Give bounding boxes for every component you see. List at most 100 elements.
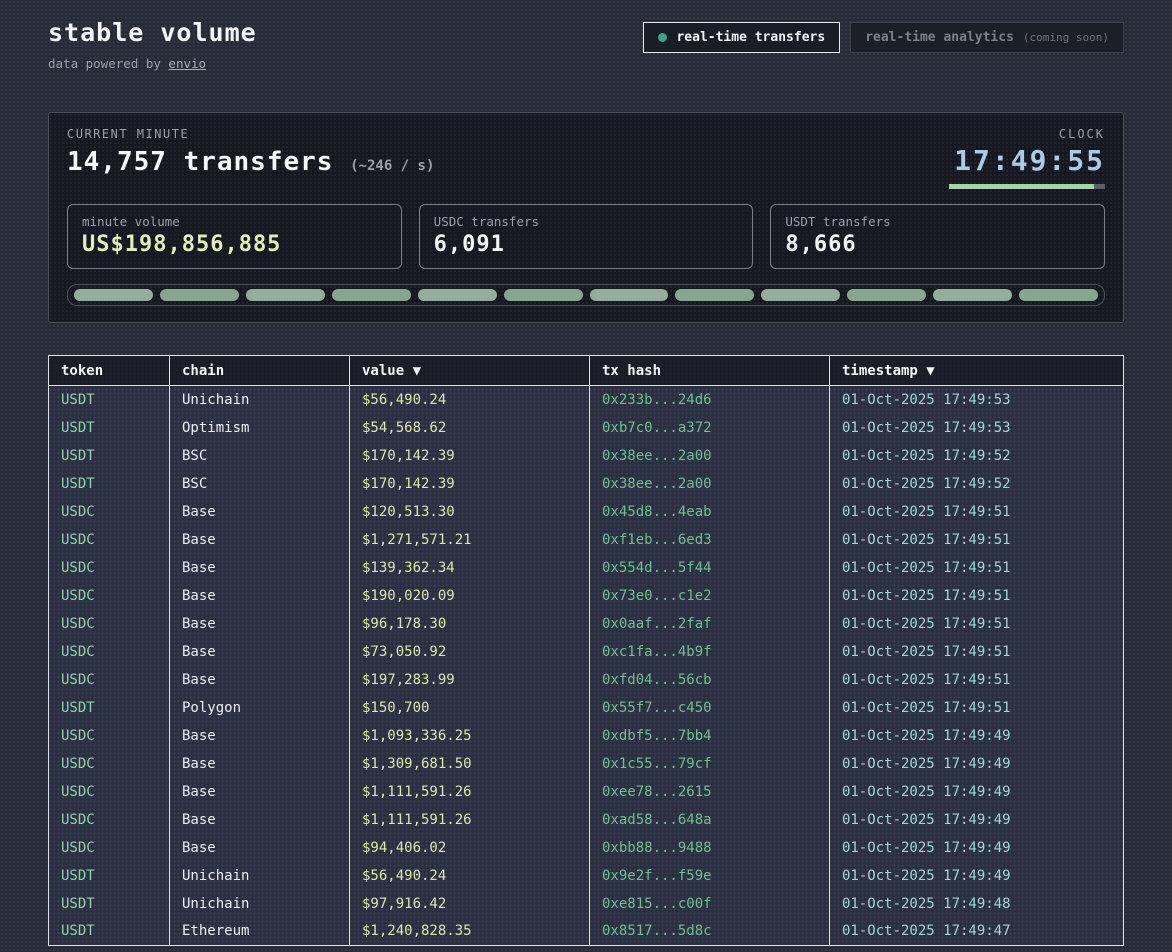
stat-label: USDC transfers xyxy=(434,214,739,229)
chain-cell: Base xyxy=(170,638,350,666)
token-cell: USDT xyxy=(49,414,170,442)
timestamp-cell: 01-Oct-2025 17:49:49 xyxy=(830,862,1124,890)
subtitle-text: data powered by xyxy=(48,56,168,71)
token-cell: USDC xyxy=(49,638,170,666)
tab-real-time-analytics[interactable]: real-time analytics (coming soon) xyxy=(850,22,1124,53)
table-row[interactable]: USDCBase$1,111,591.260xee78...261501-Oct… xyxy=(49,778,1124,806)
table-row[interactable]: USDCBase$1,111,591.260xad58...648a01-Oct… xyxy=(49,806,1124,834)
table-row[interactable]: USDCBase$1,093,336.250xdbf5...7bb401-Oct… xyxy=(49,722,1124,750)
table-row[interactable]: USDTUnichain$56,490.240x9e2f...f59e01-Oc… xyxy=(49,862,1124,890)
chain-cell: Base xyxy=(170,834,350,862)
token-cell: USDC xyxy=(49,554,170,582)
table-row[interactable]: USDCBase$190,020.090x73e0...c1e201-Oct-2… xyxy=(49,582,1124,610)
section-label: CURRENT MINUTE xyxy=(67,127,434,141)
timestamp-cell: 01-Oct-2025 17:49:52 xyxy=(830,470,1124,498)
txhash-cell: 0x38ee...2a00 xyxy=(590,470,830,498)
page-title: stable volume xyxy=(48,18,257,47)
stat-label: minute volume xyxy=(82,214,387,229)
tab-bar: real-time transfers real-time analytics … xyxy=(643,22,1124,53)
timestamp-cell: 01-Oct-2025 17:49:53 xyxy=(830,414,1124,442)
value-cell: $197,283.99 xyxy=(350,666,590,694)
volume-segment xyxy=(761,289,840,301)
table-row[interactable]: USDTEthereum$1,240,828.350x8517...5d8c01… xyxy=(49,918,1124,946)
page: stable volume data powered by envio real… xyxy=(0,0,1172,952)
value-cell: $190,020.09 xyxy=(350,582,590,610)
table-row[interactable]: USDCBase$1,309,681.500x1c55...79cf01-Oct… xyxy=(49,750,1124,778)
table-row[interactable]: USDCBase$96,178.300x0aaf...2faf01-Oct-20… xyxy=(49,610,1124,638)
table-head: tokenchainvalue ▼tx hashtimestamp ▼ xyxy=(49,356,1124,386)
value-cell: $150,700 xyxy=(350,694,590,722)
clock-label: CLOCK xyxy=(949,127,1105,141)
value-cell: $1,240,828.35 xyxy=(350,918,590,946)
timestamp-cell: 01-Oct-2025 17:49:51 xyxy=(830,554,1124,582)
chain-cell: Base xyxy=(170,666,350,694)
token-cell: USDC xyxy=(49,498,170,526)
txhash-cell: 0x1c55...79cf xyxy=(590,750,830,778)
envio-link[interactable]: envio xyxy=(168,56,206,71)
minute-progress-fill xyxy=(949,184,1094,189)
table-row[interactable]: USDTUnichain$97,916.420xe815...c00f01-Oc… xyxy=(49,890,1124,918)
timestamp-cell: 01-Oct-2025 17:49:47 xyxy=(830,918,1124,946)
token-cell: USDT xyxy=(49,442,170,470)
column-header-chain[interactable]: chain xyxy=(170,356,350,386)
volume-segment xyxy=(1019,289,1098,301)
txhash-cell: 0x55f7...c450 xyxy=(590,694,830,722)
chain-cell: BSC xyxy=(170,470,350,498)
value-cell: $96,178.30 xyxy=(350,610,590,638)
table-row[interactable]: USDCBase$94,406.020xbb88...948801-Oct-20… xyxy=(49,834,1124,862)
live-dot-icon xyxy=(658,33,667,42)
txhash-cell: 0xf1eb...6ed3 xyxy=(590,526,830,554)
txhash-cell: 0xad58...648a xyxy=(590,806,830,834)
column-header-token[interactable]: token xyxy=(49,356,170,386)
token-cell: USDT xyxy=(49,694,170,722)
chain-cell: Base xyxy=(170,778,350,806)
table-row[interactable]: USDTOptimism$54,568.620xb7c0...a37201-Oc… xyxy=(49,414,1124,442)
token-cell: USDT xyxy=(49,386,170,414)
token-cell: USDC xyxy=(49,722,170,750)
usdt-transfers-box: USDT transfers 8,666 xyxy=(770,204,1105,269)
table-row[interactable]: USDCBase$197,283.990xfd04...56cb01-Oct-2… xyxy=(49,666,1124,694)
chain-cell: Base xyxy=(170,498,350,526)
table-row[interactable]: USDTUnichain$56,490.240x233b...24d601-Oc… xyxy=(49,386,1124,414)
column-header-timestamp[interactable]: timestamp ▼ xyxy=(830,356,1124,386)
minute-progress-bar xyxy=(949,184,1105,189)
table-body: USDTUnichain$56,490.240x233b...24d601-Oc… xyxy=(49,386,1124,946)
timestamp-cell: 01-Oct-2025 17:49:53 xyxy=(830,386,1124,414)
txhash-cell: 0x38ee...2a00 xyxy=(590,442,830,470)
token-cell: USDC xyxy=(49,582,170,610)
usdc-transfers-value: 6,091 xyxy=(434,232,739,257)
token-cell: USDT xyxy=(49,470,170,498)
value-cell: $1,271,571.21 xyxy=(350,526,590,554)
table-row[interactable]: USDTBSC$170,142.390x38ee...2a0001-Oct-20… xyxy=(49,442,1124,470)
value-cell: $56,490.24 xyxy=(350,862,590,890)
timestamp-cell: 01-Oct-2025 17:49:51 xyxy=(830,526,1124,554)
table-row[interactable]: USDCBase$120,513.300x45d8...4eab01-Oct-2… xyxy=(49,498,1124,526)
column-header-value[interactable]: value ▼ xyxy=(350,356,590,386)
table-row[interactable]: USDCBase$139,362.340x554d...5f4401-Oct-2… xyxy=(49,554,1124,582)
table-row[interactable]: USDTBSC$170,142.390x38ee...2a0001-Oct-20… xyxy=(49,470,1124,498)
value-cell: $94,406.02 xyxy=(350,834,590,862)
coming-soon-badge: (coming soon) xyxy=(1023,31,1109,44)
volume-segment xyxy=(418,289,497,301)
timestamp-cell: 01-Oct-2025 17:49:49 xyxy=(830,834,1124,862)
minute-volume-box: minute volume US$198,856,885 xyxy=(67,204,402,269)
table-row[interactable]: USDCBase$73,050.920xc1fa...4b9f01-Oct-20… xyxy=(49,638,1124,666)
stat-boxes: minute volume US$198,856,885 USDC transf… xyxy=(67,204,1105,269)
table-row[interactable]: USDTPolygon$150,7000x55f7...c45001-Oct-2… xyxy=(49,694,1124,722)
value-cell: $170,142.39 xyxy=(350,442,590,470)
tab-real-time-transfers[interactable]: real-time transfers xyxy=(643,22,840,53)
value-cell: $1,309,681.50 xyxy=(350,750,590,778)
value-cell: $54,568.62 xyxy=(350,414,590,442)
timestamp-cell: 01-Oct-2025 17:49:48 xyxy=(830,890,1124,918)
timestamp-cell: 01-Oct-2025 17:49:49 xyxy=(830,750,1124,778)
table-row[interactable]: USDCBase$1,271,571.210xf1eb...6ed301-Oct… xyxy=(49,526,1124,554)
token-cell: USDC xyxy=(49,750,170,778)
chain-cell: Unichain xyxy=(170,890,350,918)
value-cell: $170,142.39 xyxy=(350,470,590,498)
token-cell: USDC xyxy=(49,526,170,554)
timestamp-cell: 01-Oct-2025 17:49:49 xyxy=(830,806,1124,834)
token-cell: USDC xyxy=(49,778,170,806)
column-header-txhash[interactable]: tx hash xyxy=(590,356,830,386)
timestamp-cell: 01-Oct-2025 17:49:51 xyxy=(830,694,1124,722)
clock-time: 17:49:55 xyxy=(949,144,1105,177)
